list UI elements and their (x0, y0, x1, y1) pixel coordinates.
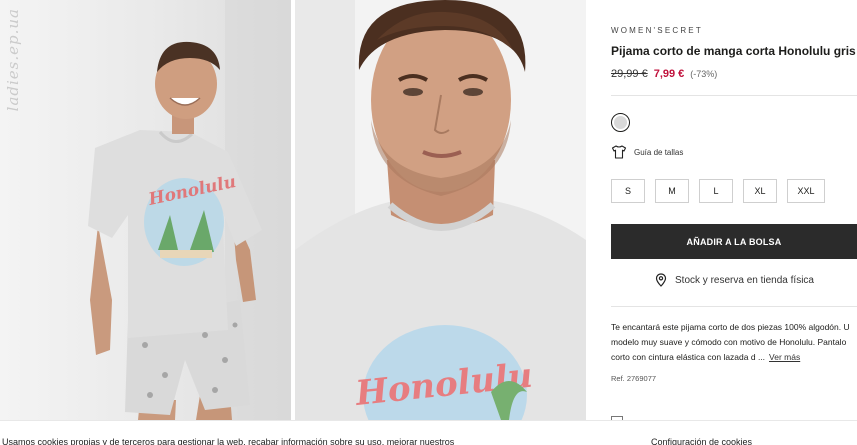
description-line: modelo muy suave y cómodo con motivo de … (611, 337, 847, 347)
discount-percentage: (-73%) (690, 69, 718, 79)
location-pin-icon (655, 273, 667, 287)
store-stock-label: Stock y reserva en tienda física (675, 274, 814, 286)
product-info-panel: WOMEN'SECRET Pijama corto de manga corta… (611, 0, 857, 420)
product-photo-full-body[interactable]: Honolulu ladies.ep.ua (0, 0, 291, 420)
size-guide-label: Guía de tallas (634, 147, 684, 157)
swatch-color-fill (614, 116, 627, 129)
size-button-l[interactable]: L (699, 179, 733, 203)
product-title: Pijama corto de manga corta Honolulu gri… (611, 44, 856, 58)
size-button-xxl[interactable]: XXL (787, 179, 825, 203)
sale-price: 7,99 € (653, 68, 685, 80)
cookie-banner: Usamos cookies propias y de terceros par… (0, 420, 857, 445)
description-line-text: corto con cintura elástica con lazada d … (611, 352, 766, 362)
model-full-body-image: Honolulu (0, 0, 291, 420)
size-button-s[interactable]: S (611, 179, 645, 203)
cookie-settings-link[interactable]: Configuración de cookies (651, 437, 752, 445)
product-photo-face-detail[interactable]: Honolulu (295, 0, 586, 420)
add-to-bag-button[interactable]: AÑADIR A LA BOLSA (611, 224, 857, 259)
cookie-banner-text: Usamos cookies propias y de terceros par… (2, 437, 455, 445)
size-button-m[interactable]: M (655, 179, 689, 203)
original-price: 29,99 € (611, 68, 648, 80)
description-line-last: corto con cintura elástica con lazada d … (611, 350, 857, 365)
truncated-row (611, 412, 857, 420)
watermark: ladies.ep.ua (4, 8, 22, 112)
size-guide-link[interactable]: Guía de tallas (611, 144, 683, 160)
divider (611, 95, 857, 96)
size-button-xl[interactable]: XL (743, 179, 777, 203)
tshirt-icon (611, 145, 627, 159)
product-gallery: Honolulu ladies.ep.ua Honolulu (0, 0, 586, 420)
divider (611, 306, 857, 307)
see-more-link[interactable]: Ver más (769, 352, 800, 362)
price-block: 29,99 € 7,99 € (-73%) (611, 68, 717, 80)
model-detail-image: Honolulu (295, 0, 586, 420)
product-description: Te encantará este pijama corto de dos pi… (611, 320, 857, 365)
store-stock-link[interactable]: Stock y reserva en tienda física (611, 273, 857, 287)
color-swatch-grey[interactable] (611, 113, 630, 132)
product-reference: Ref. 2769077 (611, 374, 657, 383)
description-line: Te encantará este pijama corto de dos pi… (611, 322, 850, 332)
brand-name: WOMEN'SECRET (611, 26, 703, 35)
size-selector: S M L XL XXL (611, 179, 825, 203)
